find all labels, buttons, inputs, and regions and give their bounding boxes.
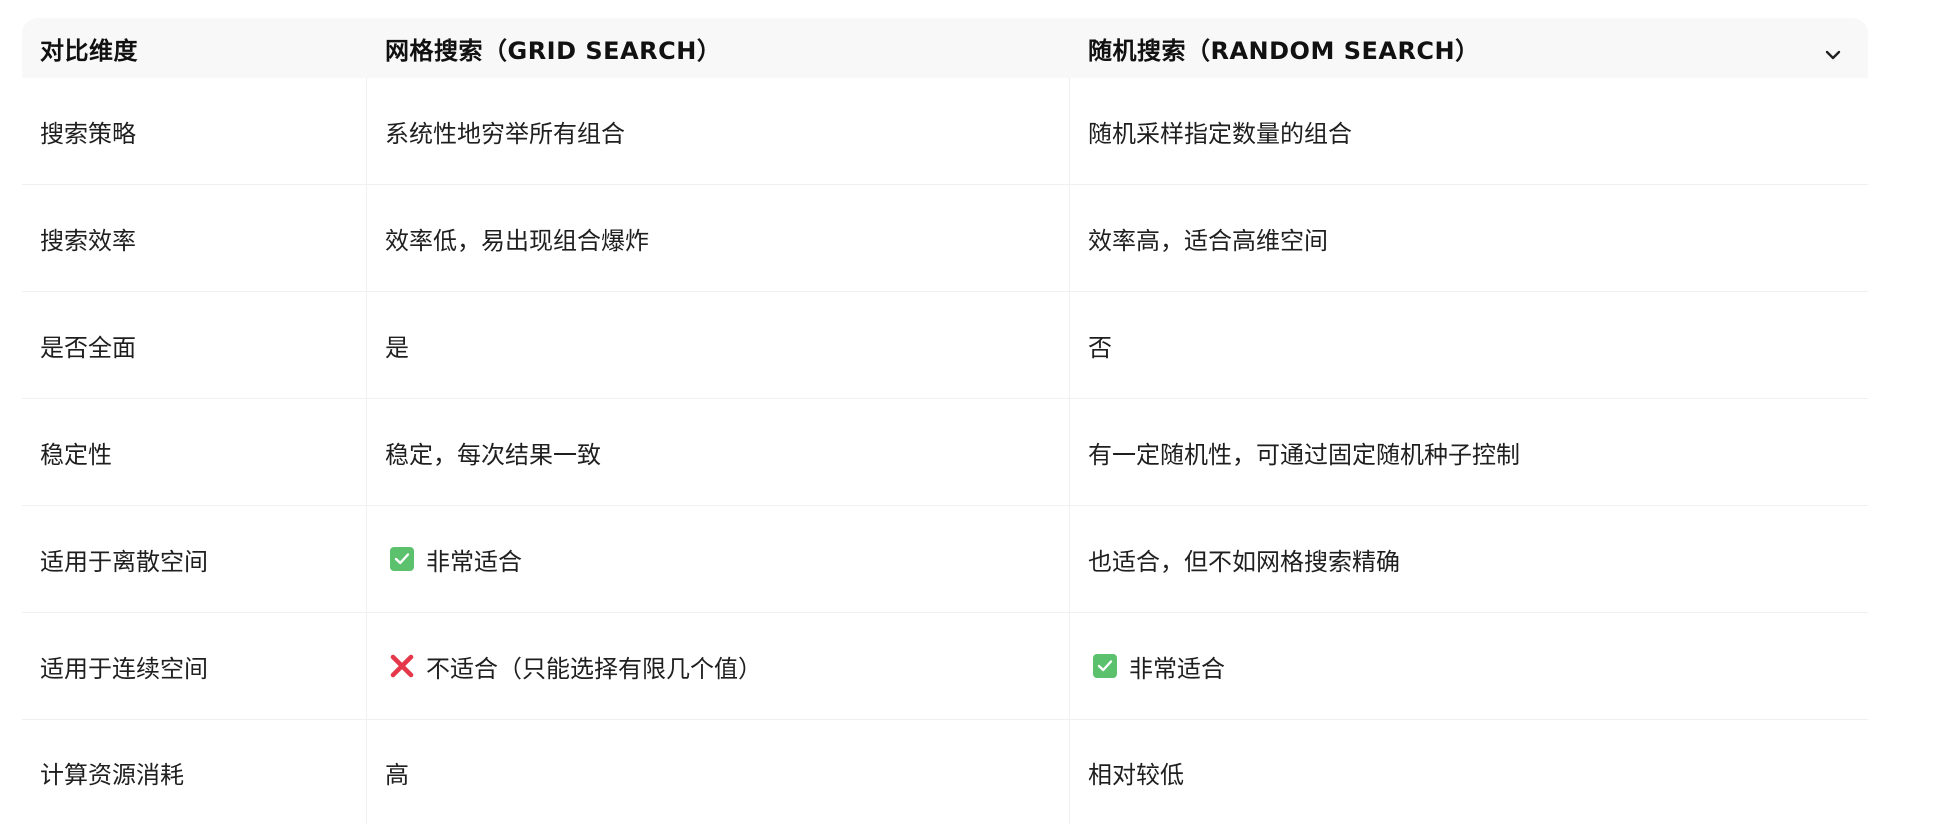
check-icon [390,547,414,571]
grid-search-cell: 高 [367,720,1070,824]
cross-icon [389,653,415,679]
grid-search-cell: 系统性地穷举所有组合 [367,78,1070,184]
random-search-cell: 也适合，但不如网格搜索精确 [1088,547,1400,576]
grid-search-cell: 非常适合 [367,506,1070,612]
comparison-table: 对比维度 网格搜索（GRID SEARCH） 随机搜索（RANDOM SEARC… [22,18,1868,824]
random-search-cell: 效率高，适合高维空间 [1088,226,1328,255]
table-row: 稳定性 稳定，每次结果一致 有一定随机性，可通过固定随机种子控制 [22,399,1868,506]
dimension-cell: 适用于离散空间 [22,506,367,612]
dimension-cell: 稳定性 [22,399,367,505]
check-icon [1093,654,1117,678]
grid-search-cell: 效率低，易出现组合爆炸 [367,185,1070,291]
grid-search-cell-text: 不适合（只能选择有限几个值） [426,654,762,683]
table-row: 适用于离散空间 非常适合 也适合，但不如网格搜索精确 [22,506,1868,613]
dimension-cell: 计算资源消耗 [22,720,367,824]
random-search-cell-text: 非常适合 [1129,654,1225,683]
table-row: 搜索效率 效率低，易出现组合爆炸 效率高，适合高维空间 [22,185,1868,292]
random-search-cell: 相对较低 [1088,761,1184,789]
chevron-down-icon[interactable] [1818,40,1848,70]
random-search-cell: 非常适合 [1070,613,1868,719]
random-search-cell: 随机采样指定数量的组合 [1088,119,1352,148]
random-search-cell: 有一定随机性，可通过固定随机种子控制 [1088,440,1520,469]
dimension-cell: 搜索策略 [22,78,367,184]
table-row: 计算资源消耗 高 相对较低 [22,720,1868,824]
grid-search-cell-text: 非常适合 [426,547,522,576]
header-random-search: 随机搜索（RANDOM SEARCH） [1070,18,1868,78]
table-row: 是否全面 是 否 [22,292,1868,399]
dimension-cell: 搜索效率 [22,185,367,291]
header-random-search-label: 随机搜索（RANDOM SEARCH） [1088,36,1480,65]
random-search-cell: 否 [1088,333,1112,362]
header-dimension: 对比维度 [40,36,138,65]
grid-search-cell: 不适合（只能选择有限几个值） [367,613,1070,719]
header-grid-search: 网格搜索（GRID SEARCH） [385,36,722,65]
table-row: 搜索策略 系统性地穷举所有组合 随机采样指定数量的组合 [22,78,1868,185]
grid-search-cell: 是 [367,292,1070,398]
grid-search-cell: 稳定，每次结果一致 [367,399,1070,505]
dimension-cell: 是否全面 [22,292,367,398]
table-header-row: 对比维度 网格搜索（GRID SEARCH） 随机搜索（RANDOM SEARC… [22,18,1868,78]
dimension-cell: 适用于连续空间 [22,613,367,719]
table-row: 适用于连续空间 不适合（只能选择有限几个值） 非常适合 [22,613,1868,720]
